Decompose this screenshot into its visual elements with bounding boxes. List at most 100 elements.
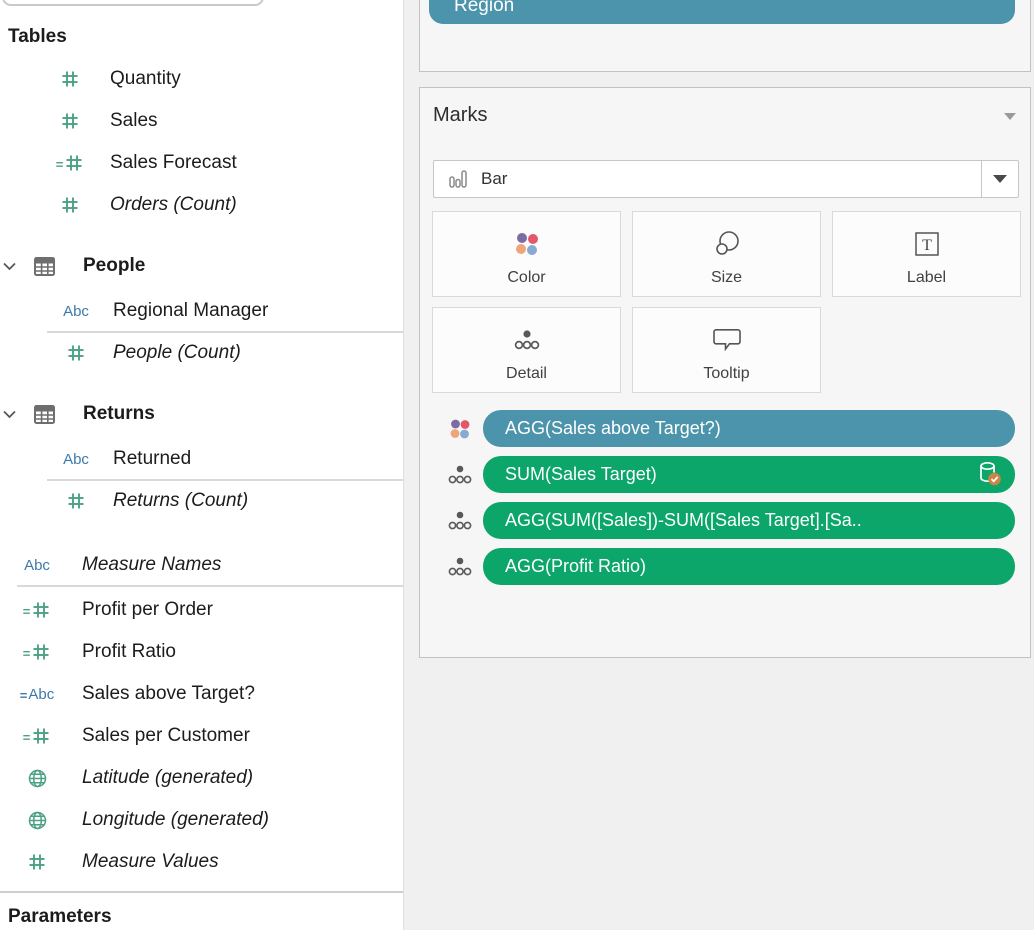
- field-label: Sales Forecast: [110, 152, 237, 174]
- field-longitude-generated[interactable]: Longitude (generated): [0, 799, 403, 841]
- calculated-string-icon: =Abc: [16, 686, 58, 703]
- pill-agg-sales-minus-target[interactable]: AGG(SUM([Sales])-SUM([Sales Target].[Sa.…: [483, 502, 1015, 539]
- calculated-number-icon: =: [16, 726, 58, 746]
- number-icon: [58, 343, 94, 363]
- dimension-measure-divider: [17, 585, 403, 587]
- field-sales-forecast[interactable]: = Sales Forecast: [0, 142, 403, 184]
- search-input[interactable]: [2, 0, 264, 6]
- calculated-number-icon: =: [54, 153, 86, 173]
- marks-pill-list: AGG(Sales above Target?) SUM(Sales Targe…: [445, 410, 1015, 594]
- pill-row: AGG(Profit Ratio): [445, 548, 1015, 585]
- number-icon: [58, 491, 94, 511]
- field-sales-above-target[interactable]: =Abc Sales above Target?: [0, 673, 403, 715]
- pill-agg-profit-ratio[interactable]: AGG(Profit Ratio): [483, 548, 1015, 585]
- field-quantity[interactable]: Quantity: [0, 58, 403, 100]
- string-icon: Abc: [58, 303, 94, 320]
- group-label: People: [83, 255, 145, 277]
- mark-type-value: Bar: [481, 169, 507, 189]
- field-latitude-generated[interactable]: Latitude (generated): [0, 757, 403, 799]
- pill-label: AGG(Profit Ratio): [505, 556, 646, 577]
- field-label: Sales above Target?: [82, 683, 255, 705]
- pill-region[interactable]: Region: [429, 0, 1015, 24]
- data-source-check-badge-icon: [977, 460, 1003, 493]
- tableau-workspace: Tables Quantity Sales = Sales Forecast: [0, 0, 1034, 930]
- field-label: Returns (Count): [113, 490, 248, 512]
- field-orders-count[interactable]: Orders (Count): [0, 184, 403, 226]
- detail-button[interactable]: Detail: [432, 307, 621, 393]
- size-icon: [711, 212, 743, 269]
- button-label: Tooltip: [703, 365, 749, 383]
- field-label: Measure Values: [82, 851, 219, 873]
- field-label: Latitude (generated): [82, 767, 253, 789]
- mark-type-dropdown[interactable]: Bar: [433, 160, 1019, 198]
- field-label: Returned: [113, 448, 191, 470]
- field-sales-per-customer[interactable]: = Sales per Customer: [0, 715, 403, 757]
- chevron-down-icon[interactable]: [3, 262, 19, 271]
- svg-text:T: T: [922, 237, 932, 254]
- pill-label: AGG(Sales above Target?): [505, 418, 721, 439]
- table-icon: [34, 405, 56, 424]
- pill-agg-sales-above-target[interactable]: AGG(Sales above Target?): [483, 410, 1015, 447]
- field-returns-count[interactable]: Returns (Count): [0, 480, 403, 522]
- text-label-icon: T: [913, 212, 941, 269]
- button-label: Color: [507, 269, 545, 287]
- tables-section-header: Tables: [0, 22, 403, 52]
- detail-target-icon[interactable]: [445, 462, 475, 488]
- rows-shelf: Region: [419, 0, 1031, 72]
- collapse-card-icon[interactable]: [1004, 113, 1016, 120]
- pill-sum-sales-target[interactable]: SUM(Sales Target): [483, 456, 1015, 493]
- field-label: People (Count): [113, 342, 241, 364]
- dropdown-arrow-button[interactable]: [981, 161, 1018, 197]
- field-measure-names[interactable]: Abc Measure Names: [0, 544, 403, 586]
- pill-label: Region: [454, 0, 514, 17]
- color-target-icon[interactable]: [445, 416, 475, 442]
- group-label: Returns: [83, 403, 155, 425]
- pill-row: AGG(SUM([Sales])-SUM([Sales Target].[Sa.…: [445, 502, 1015, 539]
- field-label: Profit Ratio: [82, 641, 176, 663]
- pill-row: AGG(Sales above Target?): [445, 410, 1015, 447]
- field-profit-per-order[interactable]: = Profit per Order: [0, 589, 403, 631]
- globe-icon: [16, 810, 58, 831]
- field-people-count[interactable]: People (Count): [0, 332, 403, 374]
- tooltip-button[interactable]: Tooltip: [632, 307, 821, 393]
- detail-icon: [512, 308, 542, 365]
- calculated-number-icon: =: [16, 642, 58, 662]
- number-icon: [54, 195, 86, 215]
- field-label: Sales: [110, 110, 158, 132]
- field-measure-values[interactable]: Measure Values: [0, 841, 403, 883]
- string-icon: Abc: [16, 557, 58, 574]
- label-button[interactable]: T Label: [832, 211, 1021, 297]
- button-label: Detail: [506, 365, 547, 383]
- detail-target-icon[interactable]: [445, 508, 475, 534]
- pill-label: SUM(Sales Target): [505, 464, 657, 485]
- size-button[interactable]: Size: [632, 211, 821, 297]
- field-profit-ratio[interactable]: = Profit Ratio: [0, 631, 403, 673]
- data-pane: Tables Quantity Sales = Sales Forecast: [0, 0, 404, 930]
- pill-label: AGG(SUM([Sales])-SUM([Sales Target].[Sa.…: [505, 510, 862, 531]
- number-icon: [16, 852, 58, 872]
- globe-icon: [16, 768, 58, 789]
- table-group-returns[interactable]: Returns: [0, 396, 403, 432]
- string-icon: Abc: [58, 451, 94, 468]
- marks-card: Marks Bar Color Size: [419, 87, 1031, 658]
- table-group-people[interactable]: People: [0, 248, 403, 284]
- color-icon: [511, 212, 543, 269]
- pill-row: SUM(Sales Target): [445, 456, 1015, 493]
- field-regional-manager[interactable]: Abc Regional Manager: [0, 290, 403, 332]
- parameters-divider: [0, 891, 403, 893]
- calculated-number-icon: =: [16, 600, 58, 620]
- detail-target-icon[interactable]: [445, 554, 475, 580]
- button-label: Size: [711, 269, 742, 287]
- bar-chart-icon: [448, 169, 468, 189]
- field-sales[interactable]: Sales: [0, 100, 403, 142]
- field-returned[interactable]: Abc Returned: [0, 438, 403, 480]
- parameters-section-header: Parameters: [0, 902, 403, 930]
- chevron-down-icon[interactable]: [3, 410, 19, 419]
- marks-buttons: Color Size T Label Detail: [432, 211, 1021, 393]
- button-label: Label: [907, 269, 946, 287]
- field-label: Profit per Order: [82, 599, 213, 621]
- color-button[interactable]: Color: [432, 211, 621, 297]
- field-label: Regional Manager: [113, 300, 268, 322]
- field-label: Sales per Customer: [82, 725, 250, 747]
- tooltip-icon: [711, 308, 743, 365]
